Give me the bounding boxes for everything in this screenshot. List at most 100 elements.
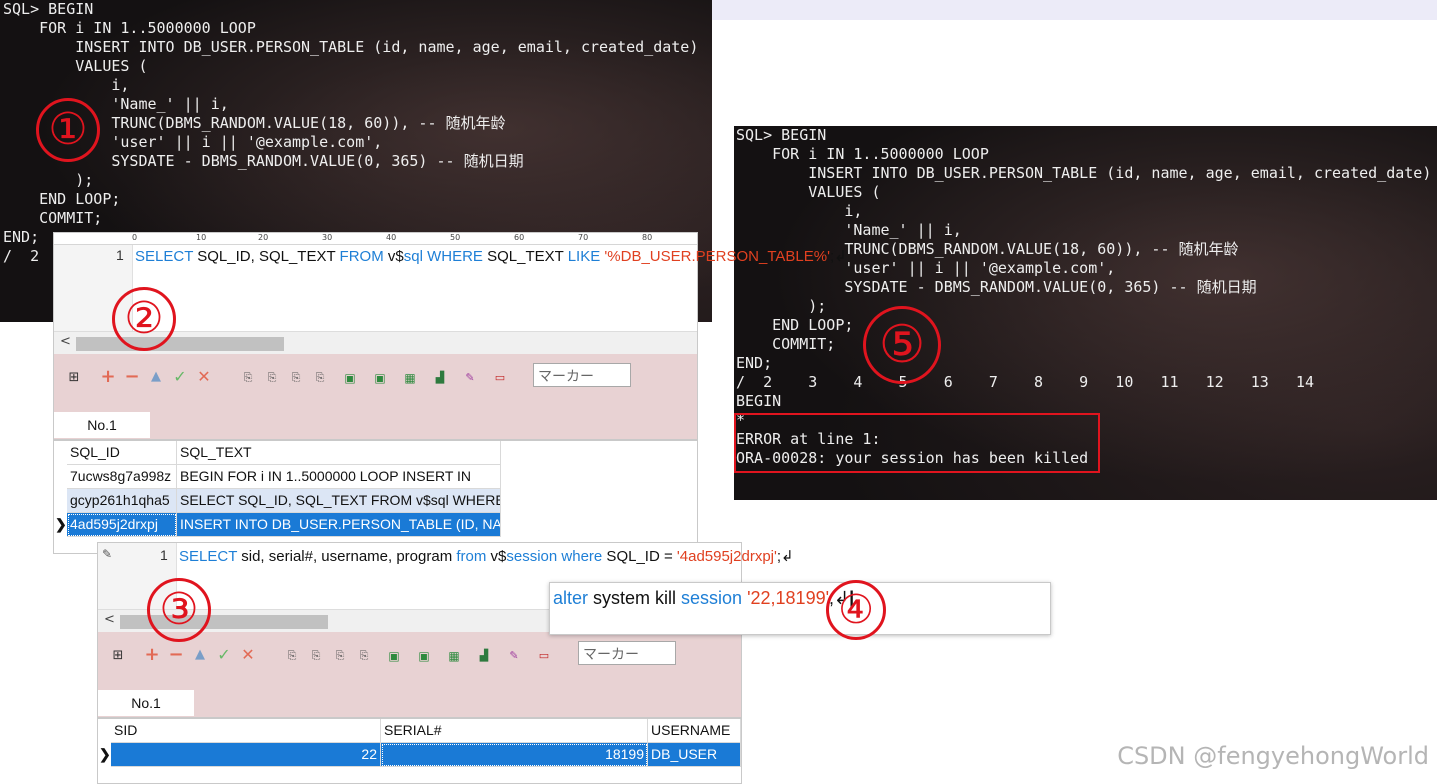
sql-text: v$: [486, 548, 507, 565]
sql-code-line[interactable]: alter system kill session '22,18199';↲|: [553, 588, 854, 609]
step-1-marker: ①: [36, 98, 100, 162]
cancel-icon[interactable]: ✕: [240, 647, 256, 663]
scroll-left-icon[interactable]: <: [60, 334, 71, 349]
step-4-marker: ④: [826, 580, 886, 640]
column-header-sql-text[interactable]: SQL_TEXT: [177, 441, 501, 465]
line-number: 1: [116, 247, 124, 263]
table-cell-selected[interactable]: 18199: [381, 743, 648, 767]
step-2-marker: ②: [112, 287, 176, 351]
up-icon[interactable]: ▲: [148, 369, 164, 385]
up-icon[interactable]: ▲: [192, 647, 208, 663]
remove-icon[interactable]: −: [168, 646, 184, 664]
export-icon[interactable]: ⎘: [240, 370, 256, 386]
sql-keyword: session: [681, 588, 743, 608]
column-header-username[interactable]: USERNAME: [648, 719, 741, 743]
export-icon[interactable]: ⎘: [332, 648, 348, 664]
export-icon[interactable]: ⎘: [284, 648, 300, 664]
sql-text: ;↲: [829, 248, 847, 265]
sql-editor-panel-1: 0 10 20 30 40 50 60 70 80 1 SELECT SQL_I…: [53, 232, 847, 554]
scroll-left-icon[interactable]: <: [104, 612, 115, 627]
result-toolbar: ⊞ + − ▲ ✓ ✕ ⎘ ⎘ ⎘ ⎘ ▣ ▣ ▦ ▟ ✎ ▭ マーカー: [54, 354, 697, 440]
marker-input[interactable]: マーカー: [533, 363, 631, 387]
record-icon[interactable]: ▭: [492, 370, 508, 386]
sql-text: v$: [383, 248, 404, 265]
excel-icon[interactable]: ▣: [342, 370, 358, 386]
sql-editor-panel-2: ✎ 1 SELECT sid, serial#, username, progr…: [97, 542, 794, 784]
edit-marker-icon: ✎: [102, 547, 113, 561]
add-icon[interactable]: +: [144, 646, 160, 664]
export-icon[interactable]: ⎘: [356, 648, 372, 664]
ruler-tick: 50: [450, 233, 461, 242]
scrollbar-thumb[interactable]: [76, 337, 284, 351]
ruler-tick: 80: [642, 233, 653, 242]
pin-icon[interactable]: ⊞: [110, 648, 126, 664]
table-cell-selected[interactable]: 22: [111, 743, 381, 767]
sql-text: ;↲: [776, 548, 794, 565]
ruler-tick: 70: [578, 233, 589, 242]
export-icon[interactable]: ⎘: [308, 648, 324, 664]
ruler-tick: 40: [386, 233, 397, 242]
sql-code-line[interactable]: SELECT sid, serial#, username, program f…: [179, 547, 794, 565]
table-cell[interactable]: 7ucws8g7a998z: [67, 465, 177, 489]
sql-keyword: from: [456, 548, 487, 565]
sql-keyword: where: [561, 548, 603, 565]
line-number: 1: [160, 547, 168, 563]
excel-icon[interactable]: ▣: [416, 648, 432, 664]
ruler-tick: 20: [258, 233, 269, 242]
sql-text: SQL_ID =: [602, 548, 677, 565]
watermark: CSDN @fengyehongWorld: [1117, 742, 1429, 770]
sql-text: sid, serial#, username, program: [237, 548, 457, 565]
column-header-sid[interactable]: SID: [111, 719, 381, 743]
column-ruler: 0 10 20 30 40 50 60 70 80: [54, 233, 697, 245]
table-cell-selected[interactable]: 4ad595j2drxpj: [67, 513, 177, 537]
column-header-sql-id[interactable]: SQL_ID: [67, 441, 177, 465]
export-icon[interactable]: ⎘: [288, 370, 304, 386]
record-icon[interactable]: ▭: [536, 648, 552, 664]
grid-icon[interactable]: ▦: [402, 370, 418, 386]
grid-icon[interactable]: ▦: [446, 648, 462, 664]
result-grid-1: SQL_ID SQL_TEXT 7ucws8g7a998z BEGIN FOR …: [54, 441, 501, 553]
confirm-icon[interactable]: ✓: [216, 647, 232, 663]
pin-icon[interactable]: ⊞: [66, 370, 82, 386]
chart-icon[interactable]: ▟: [432, 370, 448, 386]
current-row-icon: ❯: [99, 746, 111, 762]
error-highlight-box: [734, 413, 1100, 473]
sql-text: SQL_ID, SQL_TEXT: [193, 248, 340, 265]
table-cell-selected[interactable]: INSERT INTO DB_USER.PERSON_TABLE (ID, NA…: [177, 513, 501, 537]
table-cell[interactable]: gcyp261h1qha5: [67, 489, 177, 513]
excel-icon[interactable]: ▣: [372, 370, 388, 386]
sql-text: SQL_TEXT: [482, 248, 568, 265]
table-cell-selected[interactable]: DB_USER: [648, 743, 741, 767]
excel-icon[interactable]: ▣: [386, 648, 402, 664]
cancel-icon[interactable]: ✕: [196, 369, 212, 385]
step-3-marker: ③: [147, 578, 211, 642]
add-icon[interactable]: +: [100, 368, 116, 386]
sql-keyword: alter: [553, 588, 589, 608]
tab-no1[interactable]: No.1: [54, 412, 150, 438]
sql-string: '4ad595j2drxpj': [676, 548, 777, 565]
result-toolbar: ⊞ + − ▲ ✓ ✕ ⎘ ⎘ ⎘ ⎘ ▣ ▣ ▦ ▟ ✎ ▭ マーカー: [98, 632, 741, 718]
edit-icon[interactable]: ✎: [506, 648, 522, 664]
table-cell[interactable]: BEGIN FOR i IN 1..5000000 LOOP INSERT IN: [177, 465, 501, 489]
sql-code-line[interactable]: SELECT SQL_ID, SQL_TEXT FROM v$sql WHERE…: [135, 247, 847, 265]
sql-keyword: SELECT: [135, 248, 194, 265]
sql-keyword: sql: [403, 248, 423, 265]
step-5-marker: ⑤: [863, 306, 941, 384]
sql-keyword: session: [506, 548, 558, 565]
export-icon[interactable]: ⎘: [312, 370, 328, 386]
ruler-tick: 0: [132, 233, 138, 242]
chart-icon[interactable]: ▟: [476, 648, 492, 664]
tab-no1[interactable]: No.1: [98, 690, 194, 716]
ruler-tick: 30: [322, 233, 333, 242]
background-strip: [712, 0, 1437, 20]
edit-icon[interactable]: ✎: [462, 370, 478, 386]
export-icon[interactable]: ⎘: [264, 370, 280, 386]
sql-text: system kill: [588, 588, 682, 608]
result-grid-2: SID SERIAL# USERNAME ❯ 22 18199 DB_USER: [98, 719, 741, 783]
remove-icon[interactable]: −: [124, 368, 140, 386]
marker-input[interactable]: マーカー: [578, 641, 676, 665]
sql-string: '22,18199': [747, 588, 830, 608]
confirm-icon[interactable]: ✓: [172, 369, 188, 385]
table-cell[interactable]: SELECT SQL_ID, SQL_TEXT FROM v$sql WHERE…: [177, 489, 501, 513]
column-header-serial[interactable]: SERIAL#: [381, 719, 648, 743]
